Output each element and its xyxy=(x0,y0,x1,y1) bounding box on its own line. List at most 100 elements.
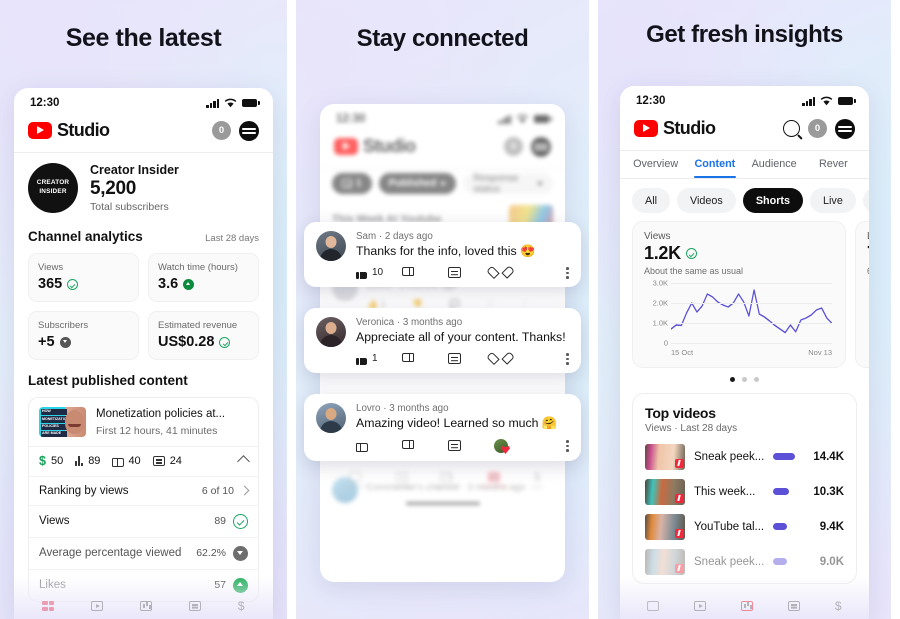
arrow-down-icon xyxy=(59,336,71,348)
more-options-icon[interactable] xyxy=(566,440,569,452)
nav-content[interactable] xyxy=(91,601,104,611)
metric-card-views[interactable]: Views 1.2K About the same as usual 0 1.0… xyxy=(632,221,846,368)
nav-earn[interactable]: $ xyxy=(238,600,245,612)
like-button[interactable]: 10 xyxy=(356,267,402,279)
stat-value: 50 xyxy=(50,455,64,468)
metric-card-views[interactable]: Views 365 xyxy=(28,253,139,302)
carousel-dot[interactable] xyxy=(754,377,759,382)
bar-chart-icon xyxy=(75,456,84,467)
row-label: Average percentage viewed xyxy=(39,547,182,559)
metric-label: Watch time (hours) xyxy=(158,262,238,273)
nav-content[interactable]: Content xyxy=(392,472,412,490)
detail-row-avg-viewed[interactable]: Average percentage viewed 62.2% xyxy=(29,536,258,569)
latest-video-row[interactable]: HOW MONETIZATION POLICIES ARE MADE Monet… xyxy=(29,398,258,446)
filter-chip-count[interactable]: 1 xyxy=(332,173,372,194)
table-row[interactable]: Sneak peek... 9.0K xyxy=(645,544,844,579)
like-count: 1 xyxy=(372,353,378,365)
search-icon[interactable] xyxy=(783,120,800,137)
comment-card-veronica[interactable]: Veronica · 3 months ago Appreciate all o… xyxy=(304,308,581,373)
dislike-button[interactable] xyxy=(402,440,448,452)
nav-analytics[interactable] xyxy=(741,601,754,611)
chevron-up-icon[interactable] xyxy=(237,454,250,468)
more-options-icon[interactable] xyxy=(566,267,569,279)
youtube-play-icon xyxy=(634,120,658,137)
tab-overview[interactable]: Overview xyxy=(626,151,685,178)
metric-label: Subscribers xyxy=(38,320,89,331)
nav-dashboard[interactable]: Dashboard xyxy=(342,472,369,490)
comment-text: Thanks for the info, loved this 😍 xyxy=(356,244,536,258)
nav-dashboard[interactable] xyxy=(42,600,55,612)
table-row[interactable]: This week... 10.3K xyxy=(645,474,844,509)
panel-gap-2 xyxy=(589,0,598,619)
comment-card-lovro[interactable]: Lovro · 3 months ago Amazing video! Lear… xyxy=(304,394,581,461)
notifications-badge[interactable]: 0 xyxy=(808,119,827,138)
reply-button[interactable] xyxy=(448,440,494,452)
latest-content-card: HOW MONETIZATION POLICIES ARE MADE Monet… xyxy=(28,397,259,602)
dislike-button[interactable] xyxy=(402,353,448,365)
nav-analytics[interactable]: Analytics xyxy=(435,472,457,490)
comment-actions: 10 xyxy=(356,267,569,279)
row-label: Views xyxy=(39,515,70,527)
status-time: 12:30 xyxy=(30,97,60,109)
avatar[interactable] xyxy=(531,136,551,157)
more-options-icon[interactable] xyxy=(566,353,569,365)
detail-row-views[interactable]: Views 89 xyxy=(29,504,258,537)
carousel-dot[interactable] xyxy=(730,377,735,382)
avatar[interactable] xyxy=(835,118,855,139)
filter-chip-published[interactable]: Published xyxy=(378,173,457,194)
panel-3-headline: Get fresh insights xyxy=(646,21,843,48)
heart-button[interactable] xyxy=(494,438,540,453)
like-count: 10 xyxy=(372,267,384,279)
metric-card-revenue[interactable]: Estimated revenue US$0.28 xyxy=(148,311,259,360)
thumbs-down-icon xyxy=(402,353,414,365)
filter-chip-response-status[interactable]: Response status xyxy=(463,173,553,195)
row-value: 57 xyxy=(214,579,226,591)
filter-videos[interactable]: Videos xyxy=(677,188,736,213)
chip-label: Published xyxy=(388,178,437,189)
heart-filled-icon xyxy=(494,438,508,453)
comment-actions xyxy=(356,438,569,453)
thumbs-down-icon xyxy=(402,267,414,279)
tab-audience[interactable]: Audience xyxy=(745,151,804,178)
channel-summary[interactable]: CREATOR INSIDER Creator Insider 5,200 To… xyxy=(28,153,259,225)
avatar[interactable] xyxy=(239,120,259,141)
x-tick: Nov 13 xyxy=(808,348,832,357)
table-row[interactable]: YouTube tal... 9.4K xyxy=(645,509,844,544)
filter-live[interactable]: Live xyxy=(810,188,856,213)
metric-card-watch-time[interactable]: Watch time (hours) 3.6 xyxy=(148,253,259,302)
notifications-badge[interactable]: 0 xyxy=(504,137,523,156)
comment-actions: 1 xyxy=(356,353,569,365)
detail-row-ranking[interactable]: Ranking by views 6 of 10 xyxy=(29,475,258,505)
filter-all[interactable]: All xyxy=(632,188,670,213)
nav-analytics[interactable] xyxy=(140,601,153,611)
chart-x-axis: 15 Oct Nov 13 xyxy=(671,348,832,357)
like-button[interactable]: 1 xyxy=(356,353,402,365)
tab-revenue[interactable]: Rever xyxy=(804,151,863,178)
carousel-dot[interactable] xyxy=(742,377,747,382)
video-views: 9.4K xyxy=(819,520,844,533)
video-title: YouTube tal... xyxy=(694,520,764,533)
notifications-badge[interactable]: 0 xyxy=(212,121,231,140)
metric-card-likes[interactable]: Likes 74 6% le 0 1.0K 2.0K 3.0K xyxy=(855,221,869,368)
nav-comments[interactable] xyxy=(188,601,201,611)
metric-subtext: About the same as usual xyxy=(644,266,744,276)
metric-card-subscribers[interactable]: Subscribers +5 xyxy=(28,311,139,360)
nav-comments[interactable]: Comments xyxy=(481,472,508,490)
dislike-button[interactable] xyxy=(402,267,448,279)
comment-card-sam[interactable]: Sam · 2 days ago Thanks for the info, lo… xyxy=(304,222,581,287)
nav-content[interactable] xyxy=(694,601,707,611)
nav-earn[interactable]: $ xyxy=(835,600,842,612)
filter-posts[interactable]: Posts xyxy=(862,188,869,213)
filter-shorts[interactable]: Shorts xyxy=(742,188,804,213)
value-bar xyxy=(773,523,788,530)
nav-earn[interactable]: $ Earn xyxy=(531,471,543,491)
metric-label: Likes xyxy=(867,231,869,242)
nav-comments[interactable] xyxy=(788,601,800,611)
like-button[interactable] xyxy=(356,440,402,452)
heart-button[interactable] xyxy=(494,267,540,279)
table-row[interactable]: Sneak peek... 14.4K xyxy=(645,439,844,474)
bottom-navigation: $ xyxy=(14,594,273,619)
nav-dashboard[interactable] xyxy=(647,601,660,611)
tab-content[interactable]: Content xyxy=(685,151,744,179)
heart-button[interactable] xyxy=(494,353,540,365)
